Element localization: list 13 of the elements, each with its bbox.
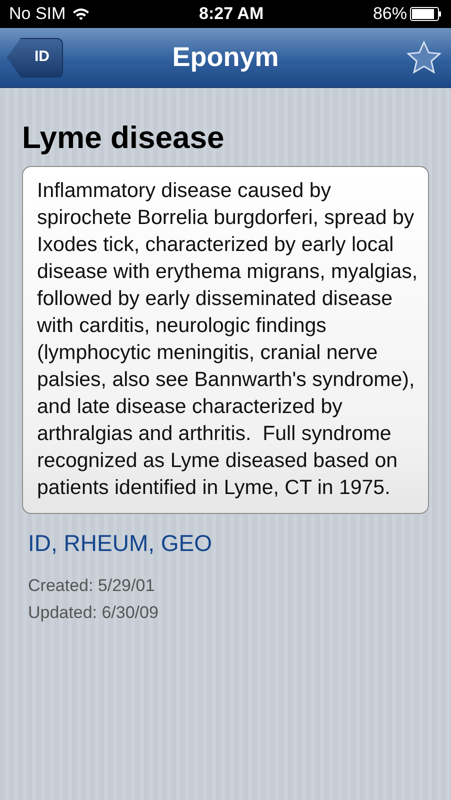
battery-percent: 86%: [372, 3, 407, 26]
wifi-icon: [72, 7, 90, 21]
description-text: Inflammatory disease caused by spirochete Borrelia burgdorferi, spread by Ixodes tick, characterized by early local disease with erythema migrans, myalgias, followed by early disseminated disease with carditis, neurologic findings (lymphocytic meningitis, cranial nerve palsies, also see Bannwarth's syndrome), and late disease characterized by arthralgias and arthritis. Full syndrome recognized as Lyme diseased based on patients identified in Lyme, CT in 1975.: [37, 178, 418, 501]
clock: 8:27 AM: [199, 3, 264, 26]
star-icon[interactable]: [406, 40, 442, 76]
updated-date: Updated: 6/30/09: [28, 602, 160, 624]
carrier-label: No SIM: [9, 3, 66, 26]
category-link[interactable]: ID, RHEUM, GEO: [28, 526, 429, 560]
battery-icon: [410, 7, 442, 21]
screen-title: Eponym: [172, 41, 279, 74]
entry-title: Lyme disease: [22, 119, 226, 157]
created-date: Created: 5/29/01: [28, 574, 156, 596]
back-button[interactable]: ID: [7, 38, 63, 78]
